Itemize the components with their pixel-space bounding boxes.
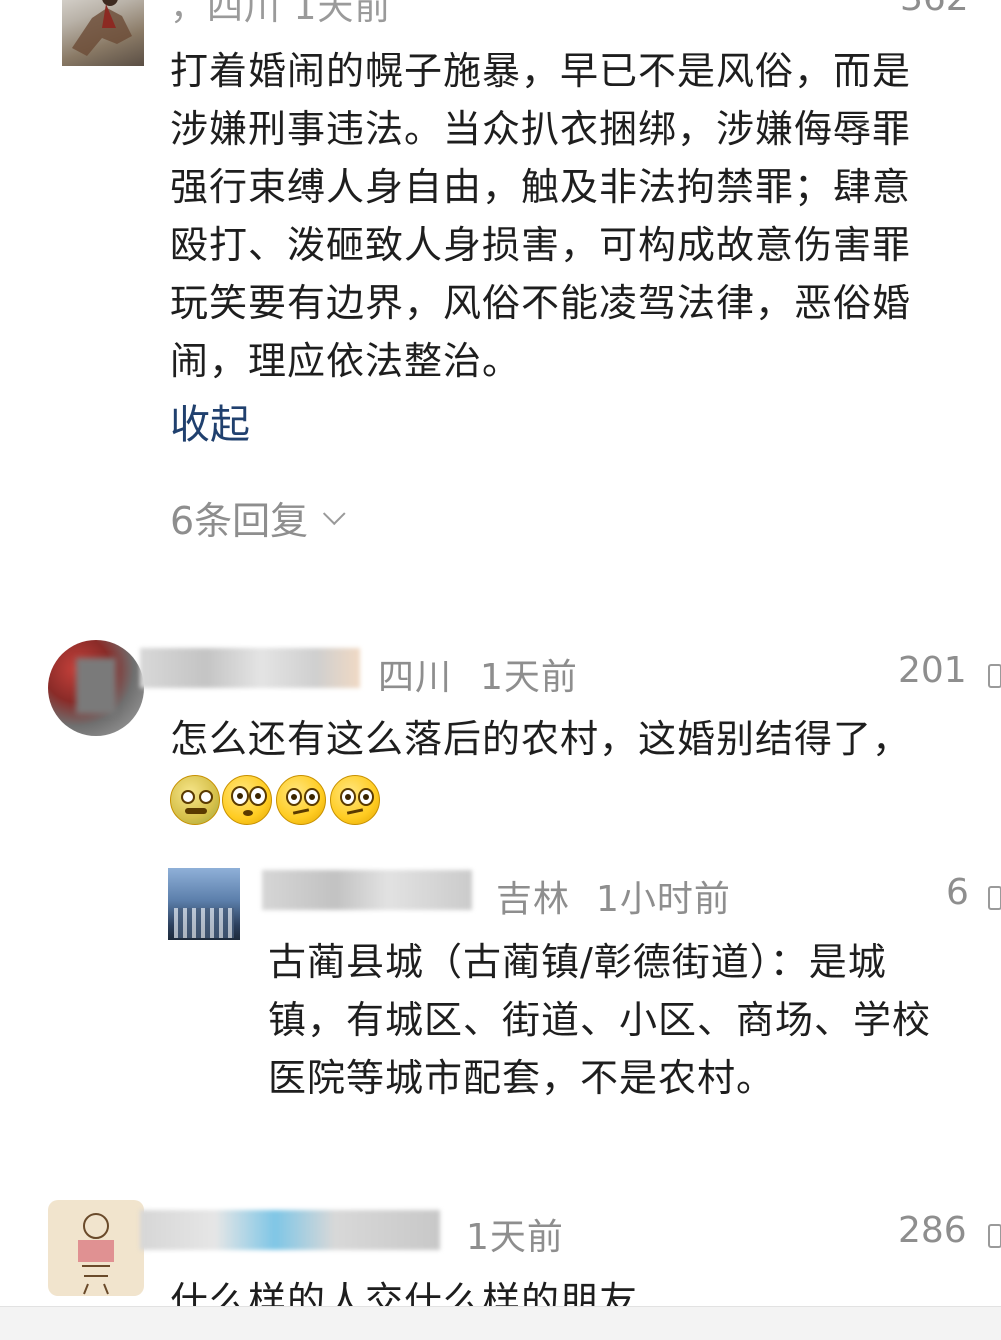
like-icon[interactable] bbox=[988, 1224, 1001, 1248]
avatar[interactable] bbox=[48, 640, 144, 736]
comment-text: 怎么还有这么落后的农村，这婚别结得了， bbox=[170, 717, 912, 761]
replies-label: 6条回复 bbox=[170, 499, 309, 543]
comment-line: 涉嫌刑事违法。当众扒衣捆绑，涉嫌侮辱罪 bbox=[170, 107, 912, 151]
blurred-username bbox=[262, 870, 472, 910]
comment-line: 打着婚闹的幌子施暴，早已不是风俗，而是 bbox=[170, 49, 912, 93]
comment-meta: ，四川 1天前 bbox=[170, 0, 392, 28]
horse-rider-icon bbox=[72, 0, 132, 56]
blurred-avatar-detail bbox=[76, 658, 116, 714]
blurred-username bbox=[140, 648, 360, 688]
like-count[interactable]: 6 bbox=[946, 872, 969, 913]
reply-text: 古蔺县城（古蔺镇/彰德街道）：是城 镇，有城区、街道、小区、商场、学校 医院等城… bbox=[268, 933, 931, 1107]
comment-time: 1天前 bbox=[480, 657, 578, 698]
comment-line: 强行束缚人身自由，触及非法拘禁罪；肆意 bbox=[170, 165, 912, 209]
reply-line: 医院等城市配套，不是农村。 bbox=[268, 1056, 776, 1100]
comment-line: 闹，理应依法整治。 bbox=[170, 339, 522, 383]
comment-line: 殴打、泼砸致人身损害，可构成故意伤害罪 bbox=[170, 223, 912, 267]
like-count[interactable]: 201 bbox=[898, 650, 967, 691]
like-icon[interactable] bbox=[988, 664, 1001, 688]
comment-time: 1天前 bbox=[466, 1217, 564, 1258]
like-count[interactable]: 286 bbox=[898, 1210, 967, 1251]
avatar[interactable] bbox=[62, 0, 144, 66]
doodle-avatar-icon bbox=[78, 1213, 114, 1295]
thinking-face-icon bbox=[330, 775, 380, 825]
like-icon[interactable] bbox=[988, 886, 1001, 910]
like-count[interactable]: 362 bbox=[900, 0, 969, 19]
avatar[interactable] bbox=[48, 1200, 144, 1296]
bottom-bar bbox=[0, 1306, 1001, 1340]
reply-time: 1小时前 bbox=[596, 879, 731, 920]
thinking-face-icon bbox=[276, 775, 326, 825]
replies-toggle[interactable]: 6条回复 bbox=[170, 490, 346, 545]
reply-line: 古蔺县城（古蔺镇/彰德街道）：是城 bbox=[268, 940, 887, 984]
collapse-link[interactable]: 收起 bbox=[170, 392, 250, 450]
avatar-detail bbox=[174, 908, 234, 938]
flushed-face-icon bbox=[222, 775, 272, 825]
blurred-username bbox=[140, 1210, 440, 1250]
comment-location: 四川 bbox=[378, 657, 453, 698]
reply-location: 吉林 bbox=[496, 879, 571, 920]
comment-text: 打着婚闹的幌子施暴，早已不是风俗，而是 涉嫌刑事违法。当众扒衣捆绑，涉嫌侮辱罪 … bbox=[170, 42, 911, 390]
reply-line: 镇，有城区、街道、小区、商场、学校 bbox=[268, 998, 932, 1042]
comment-line: 玩笑要有边界，风俗不能凌驾法律，恶俗婚 bbox=[170, 281, 912, 325]
chevron-down-icon bbox=[323, 501, 346, 525]
avatar[interactable] bbox=[168, 868, 240, 940]
nauseated-face-icon bbox=[170, 775, 220, 825]
